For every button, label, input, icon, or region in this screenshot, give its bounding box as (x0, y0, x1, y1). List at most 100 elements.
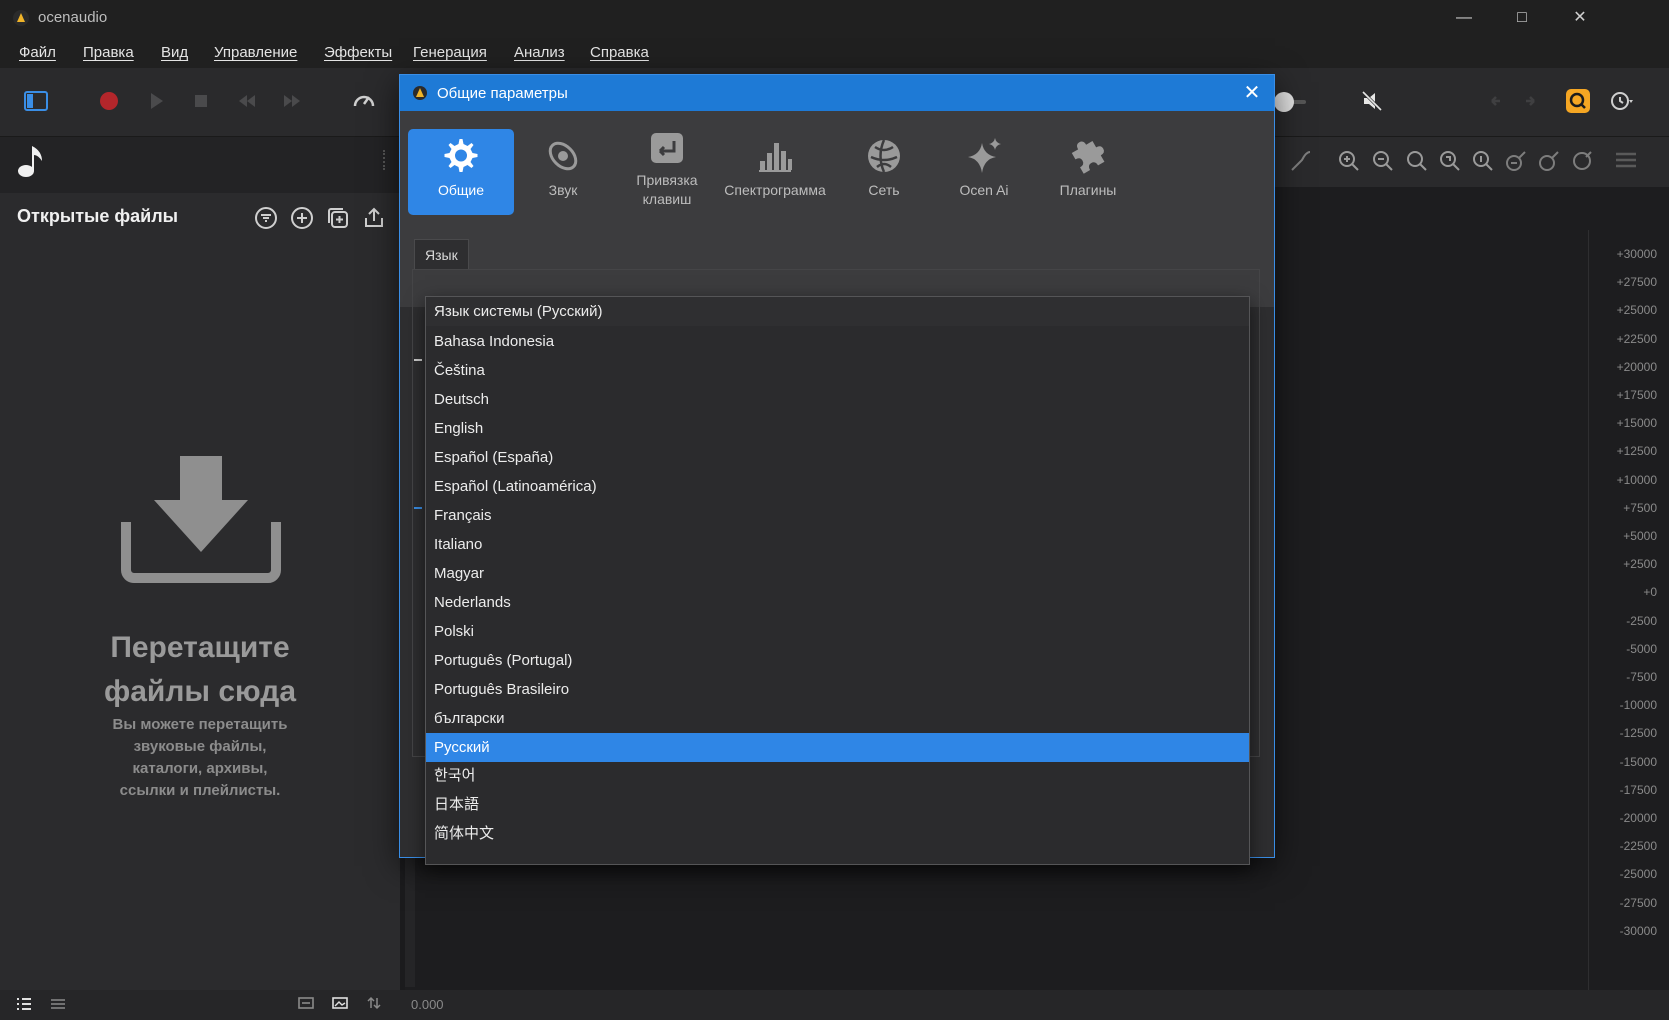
minimize-button[interactable]: — (1435, 0, 1493, 36)
zoom-vertical-out-icon[interactable] (1503, 148, 1529, 174)
play-icon[interactable] (143, 88, 169, 114)
axis-tick-label: +2500 (1623, 557, 1657, 572)
axis-tick-label: -17500 (1619, 782, 1657, 797)
dialog-close-button[interactable]: ✕ (1238, 80, 1266, 106)
menu-edit[interactable]: Правка (83, 44, 134, 61)
sidebar-toggle-icon[interactable] (23, 88, 49, 114)
zoom-vertical-reset-icon[interactable] (1569, 148, 1595, 174)
axis-tick-label: -15000 (1619, 754, 1657, 769)
language-option[interactable]: Polski (426, 617, 1249, 646)
tab-general[interactable]: Общие (408, 129, 514, 215)
collapse-icon[interactable] (298, 996, 314, 1010)
tab-plugins[interactable]: Плагины (1038, 129, 1138, 215)
language-option[interactable]: 한국어 (426, 761, 1249, 790)
add-file-icon[interactable] (290, 206, 314, 230)
zoom-fit-icon[interactable] (1404, 148, 1430, 174)
menu-help[interactable]: Справка (590, 44, 649, 61)
open-files-title: Открытые файлы (17, 206, 179, 226)
undo-icon[interactable] (1484, 88, 1510, 114)
tab-sound[interactable]: Звук (520, 129, 606, 215)
language-option[interactable]: English (426, 414, 1249, 443)
filter-icon[interactable] (254, 206, 278, 230)
close-window-button[interactable]: ✕ (1551, 0, 1609, 36)
tab-ocen-ai[interactable]: Ocen Ai (936, 129, 1032, 215)
menu-view[interactable]: Вид (161, 44, 188, 61)
menu-analysis[interactable]: Анализ (514, 44, 565, 61)
title-bar (0, 0, 1669, 36)
panel-splitter-handle[interactable] (383, 150, 391, 170)
thumbnail-view-icon[interactable] (332, 996, 348, 1010)
language-option[interactable]: Magyar (426, 559, 1249, 588)
music-note-icon (18, 146, 42, 177)
language-option[interactable]: Русский (426, 733, 1249, 762)
new-document-icon[interactable] (326, 206, 350, 230)
language-option[interactable]: Bahasa Indonesia (426, 327, 1249, 356)
zoom-in-icon[interactable] (1336, 148, 1362, 174)
axis-tick-label: +25000 (1616, 303, 1657, 318)
view-options-icon[interactable] (1614, 150, 1638, 172)
tab-spectrogram[interactable]: Спектрограмма (720, 129, 830, 215)
search-highlight-icon[interactable] (1565, 88, 1591, 114)
list-view-icon[interactable] (16, 997, 32, 1011)
zoom-selection-icon[interactable] (1437, 148, 1463, 174)
language-dropdown-list[interactable]: Язык системы (Русский) Bahasa Indonesia Če… (425, 296, 1250, 865)
section-marker (414, 359, 422, 361)
language-option[interactable]: 简体中文 (426, 819, 1249, 848)
menu-effects[interactable]: Эффекты (324, 44, 392, 61)
tab-network[interactable]: Сеть (836, 129, 932, 215)
volume-slider-thumb[interactable] (1274, 92, 1294, 112)
axis-tick-label: +5000 (1623, 529, 1657, 543)
axis-tick-label: -22500 (1619, 839, 1657, 854)
axis-tick-label: +10000 (1616, 472, 1657, 487)
maximize-button[interactable]: □ (1493, 0, 1551, 36)
history-icon[interactable] (1608, 88, 1634, 114)
language-option[interactable]: Язык системы (Русский) (426, 297, 1249, 326)
menu-generate[interactable]: Генерация (413, 44, 487, 61)
drop-files-title: Перетащите файлы сюда (103, 631, 297, 708)
redo-icon[interactable] (1516, 88, 1542, 114)
menu-control[interactable]: Управление (214, 44, 297, 61)
sort-icon[interactable] (366, 996, 382, 1010)
status-bar (0, 990, 1669, 1020)
language-option[interactable]: Čeština (426, 356, 1249, 385)
zoom-vertical-fit-icon[interactable] (1536, 148, 1562, 174)
record-icon[interactable] (96, 88, 122, 114)
axis-tick-label: -30000 (1619, 923, 1657, 938)
app-logo-icon (13, 10, 29, 26)
export-icon[interactable] (362, 206, 386, 230)
language-option[interactable]: Español (Latinoamérica) (426, 472, 1249, 501)
curve-tool-icon[interactable] (1288, 148, 1314, 174)
zoom-vertical-in-icon[interactable] (1470, 148, 1496, 174)
sparkle-icon (968, 138, 1001, 173)
sound-icon (548, 141, 578, 171)
axis-tick-label: +27500 (1616, 275, 1657, 290)
language-option[interactable]: Português Brasileiro (426, 675, 1249, 704)
zoom-out-icon[interactable] (1370, 148, 1396, 174)
language-option[interactable]: Italiano (426, 530, 1249, 559)
spectrogram-icon (759, 143, 792, 172)
menu-file[interactable]: Файл (19, 44, 56, 61)
rewind-icon[interactable] (234, 88, 260, 114)
language-option[interactable]: Nederlands (426, 588, 1249, 617)
fast-forward-icon[interactable] (279, 88, 305, 114)
language-option[interactable]: Português (Portugal) (426, 646, 1249, 675)
compact-view-icon[interactable] (50, 997, 66, 1011)
mute-icon[interactable] (1359, 88, 1385, 114)
axis-tick-label: -10000 (1619, 698, 1657, 713)
axis-tick-label: +0 (1643, 585, 1657, 600)
axis-tick-label: -2500 (1626, 613, 1657, 628)
language-option[interactable]: Español (España) (426, 443, 1249, 472)
language-section-tab: Язык (414, 239, 469, 270)
language-option[interactable]: български (426, 704, 1249, 733)
language-option[interactable]: Deutsch (426, 385, 1249, 414)
axis-tick-label: +30000 (1616, 247, 1657, 261)
dialog-title: Общие параметры (437, 85, 568, 102)
language-option[interactable]: 日本語 (426, 790, 1249, 819)
stop-icon[interactable] (188, 88, 214, 114)
time-readout: 0.000 (411, 997, 444, 1012)
language-option[interactable]: Français (426, 501, 1249, 530)
keybinding-icon (651, 133, 683, 163)
axis-tick-label: -25000 (1619, 867, 1657, 882)
tab-keybindings[interactable]: Привязка клавиш (614, 129, 720, 215)
speed-icon[interactable] (351, 88, 377, 114)
